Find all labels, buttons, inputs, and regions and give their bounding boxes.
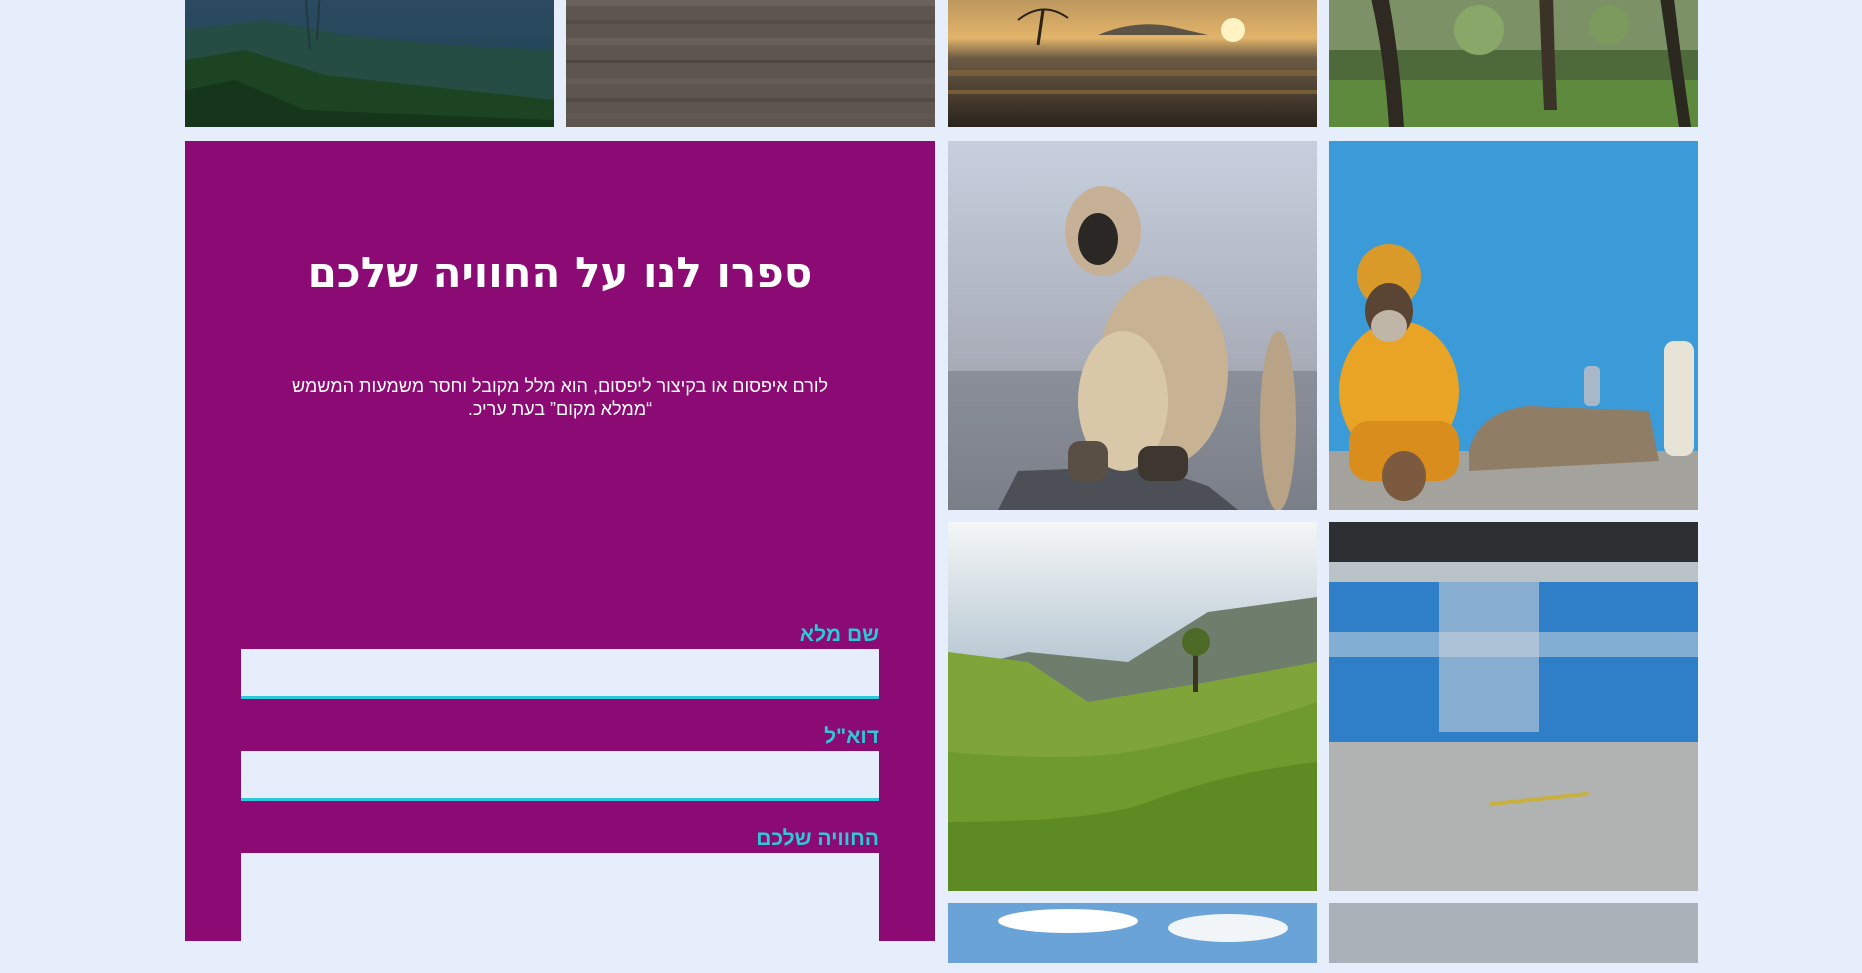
name-field[interactable] xyxy=(241,649,879,699)
name-label: שם מלא xyxy=(799,623,879,646)
grey-sky-image[interactable] xyxy=(1329,903,1698,963)
sunset-beach-image[interactable] xyxy=(948,0,1317,127)
mountain-valley-image[interactable] xyxy=(185,0,554,127)
blue-train-image[interactable] xyxy=(1329,522,1698,891)
feedback-form: שם מלא דוא"ל החוויה שלכם xyxy=(241,621,879,973)
email-label: דוא"ל xyxy=(824,725,879,748)
sky-clouds-image[interactable] xyxy=(948,903,1317,963)
experience-label: החוויה שלכם xyxy=(756,827,879,850)
experience-textarea[interactable] xyxy=(241,853,879,973)
langur-monkey-image[interactable] xyxy=(948,141,1317,510)
panel-description: לורם איפסום או בקיצור ליפסום, הוא מלל מק… xyxy=(291,376,829,419)
tea-plantation-image[interactable] xyxy=(948,522,1317,891)
palm-forest-image[interactable] xyxy=(1329,0,1698,127)
wood-texture-image[interactable] xyxy=(566,0,935,127)
sadhu-man-image[interactable] xyxy=(1329,141,1698,510)
page-container: ספרו לנו על החוויה שלכם לורם איפסום או ב… xyxy=(185,0,1698,973)
panel-title: ספרו לנו על החוויה שלכם xyxy=(307,248,813,297)
email-field[interactable] xyxy=(241,751,879,801)
feedback-panel: ספרו לנו על החוויה שלכם לורם איפסום או ב… xyxy=(185,141,935,973)
